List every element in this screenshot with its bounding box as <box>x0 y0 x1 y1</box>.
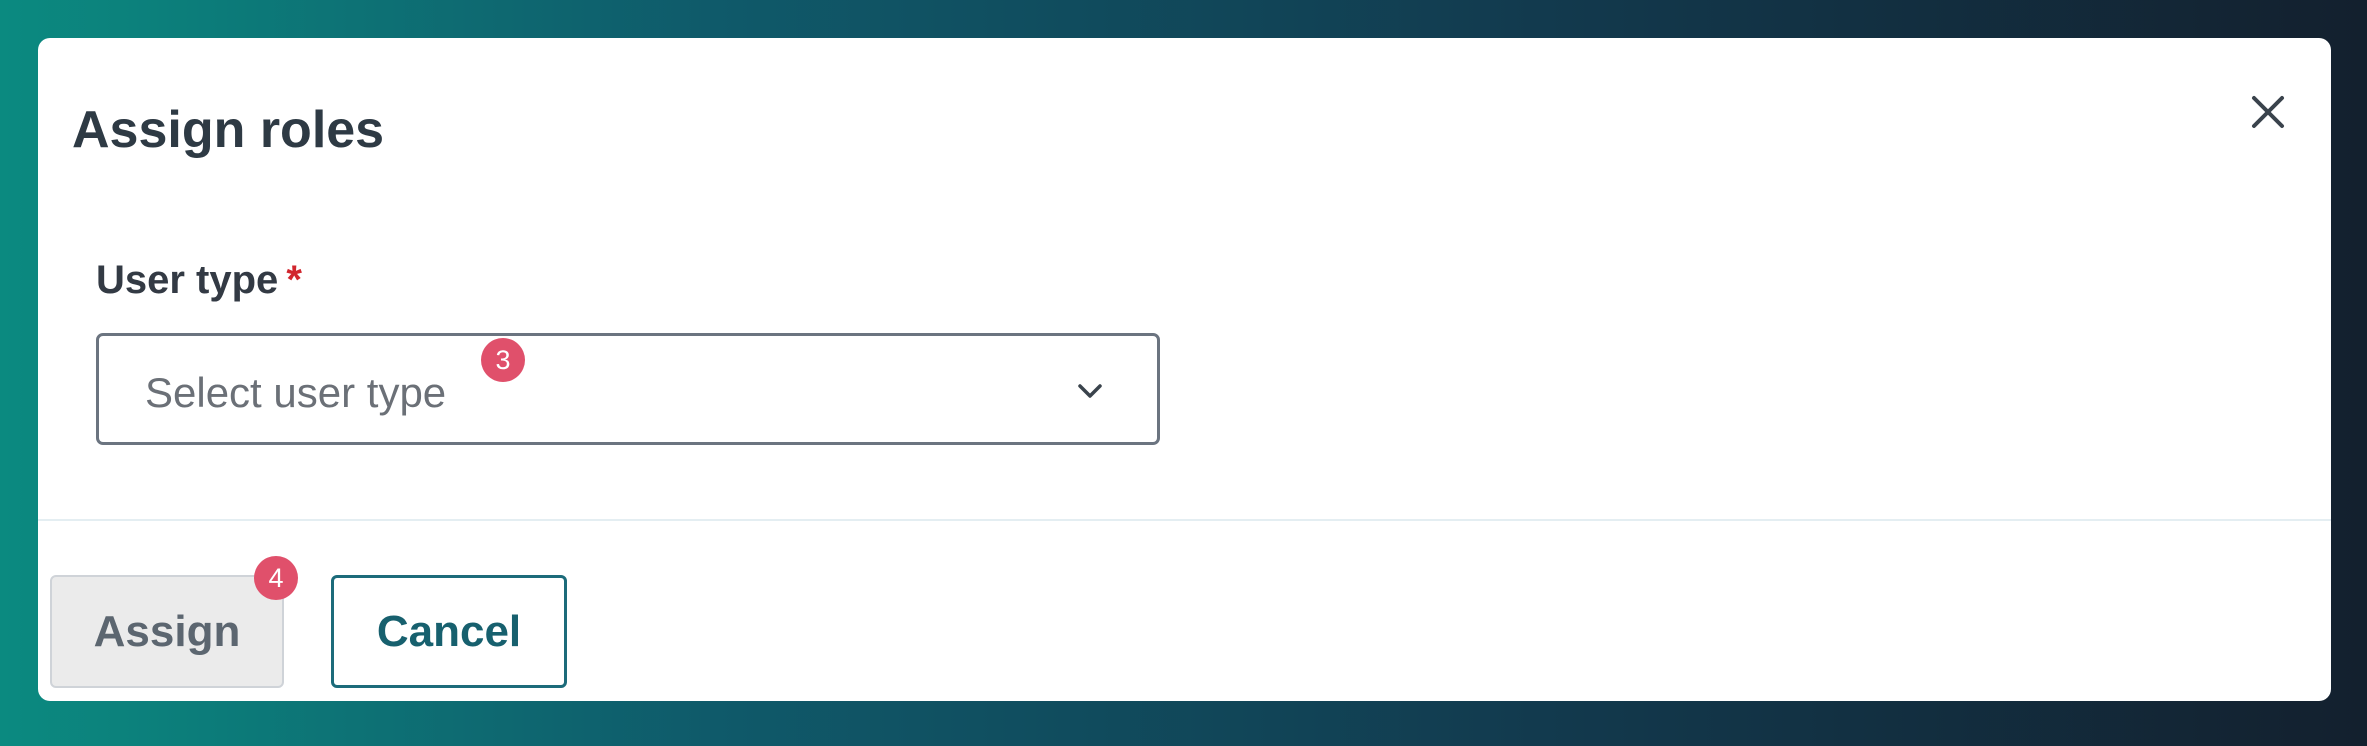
close-icon <box>2252 96 2284 128</box>
step-badge-select: 3 <box>481 338 525 382</box>
dialog-title: Assign roles <box>72 101 385 159</box>
user-type-placeholder: Select user type <box>145 369 447 416</box>
required-marker: * <box>286 258 302 302</box>
step-badge-assign: 4 <box>254 556 298 600</box>
user-type-label: User type * <box>96 260 302 300</box>
user-type-label-text: User type <box>96 258 279 302</box>
user-type-select[interactable]: Select user type <box>96 333 1160 445</box>
assign-roles-dialog: Assign roles User type * Select user type… <box>38 38 2331 701</box>
assign-button[interactable]: Assign <box>50 575 284 688</box>
chevron-down-icon <box>1078 384 1102 398</box>
footer-divider <box>38 519 2331 521</box>
close-button[interactable] <box>2238 82 2298 142</box>
cancel-button[interactable]: Cancel <box>331 575 567 688</box>
